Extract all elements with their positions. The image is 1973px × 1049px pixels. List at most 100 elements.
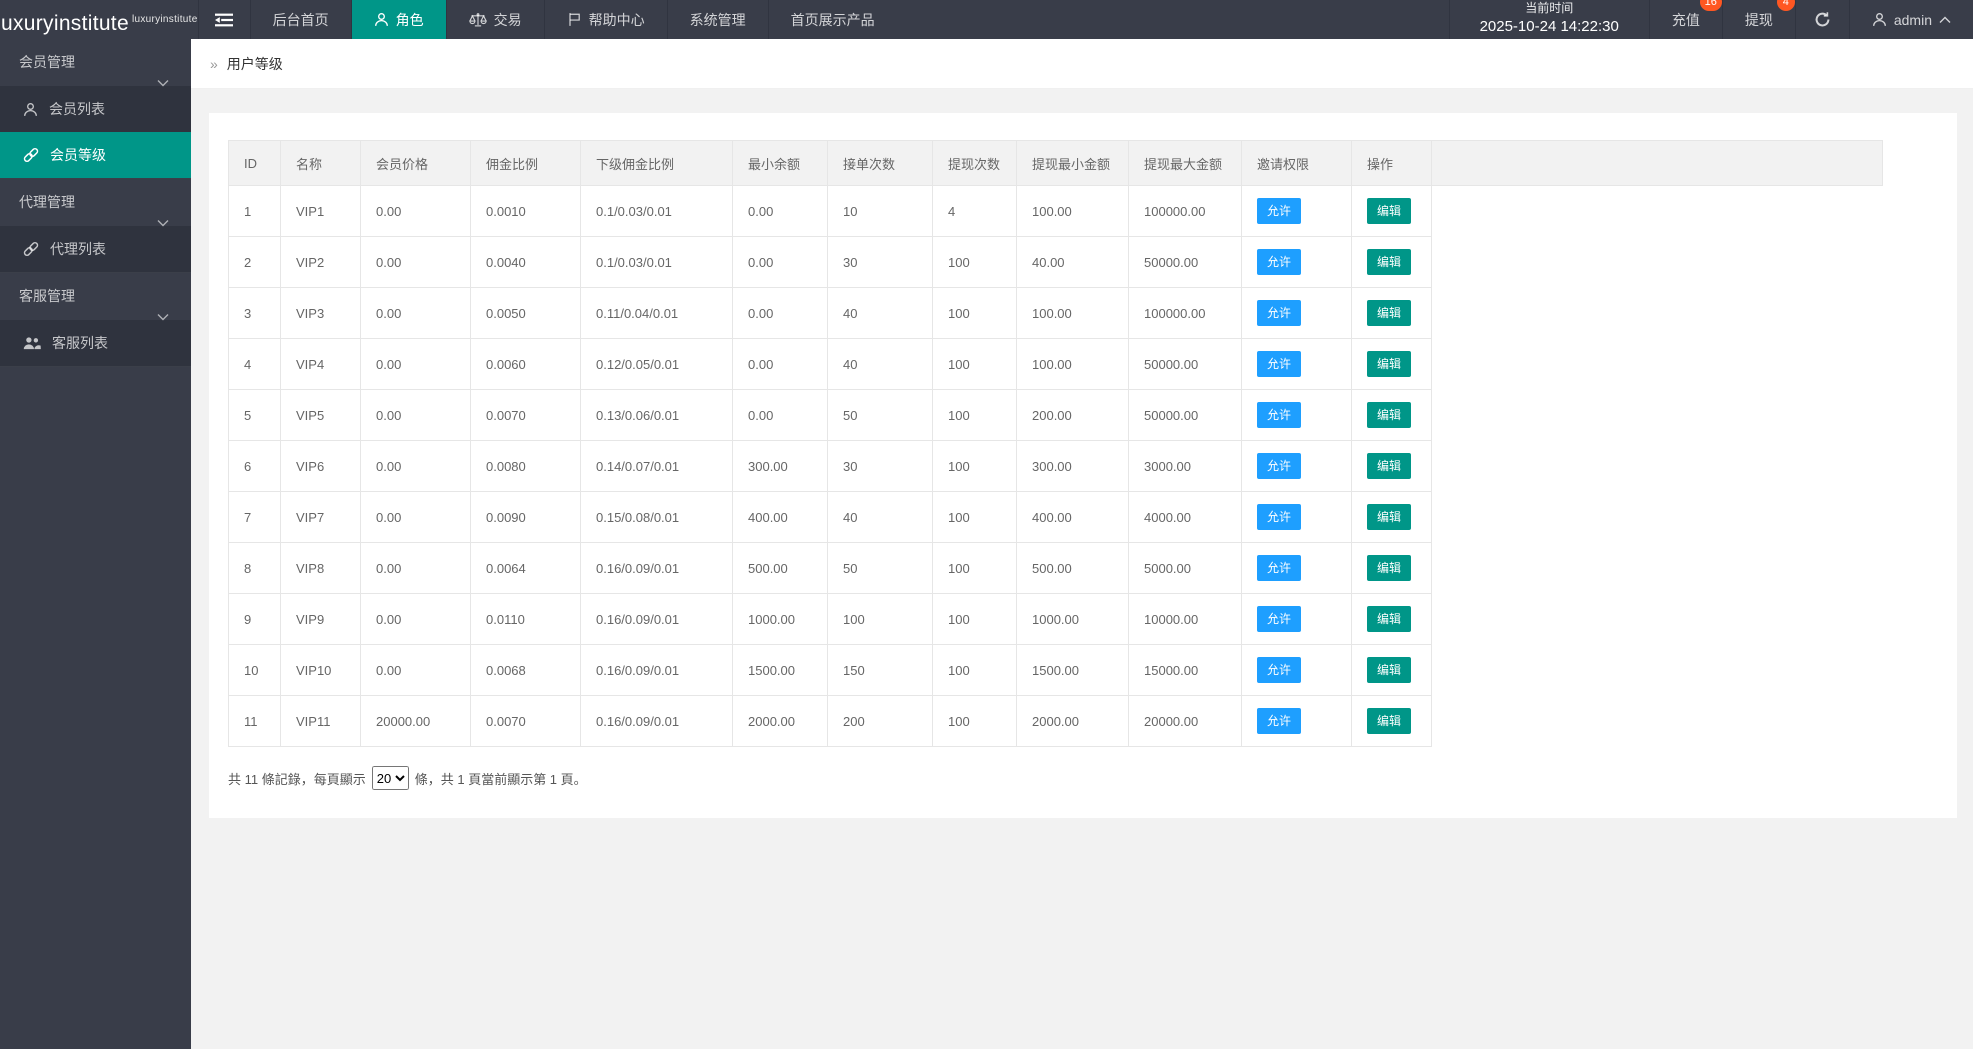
topnav-item-label: 帮助中心 <box>588 11 645 28</box>
cell-name: VIP8 <box>280 542 361 594</box>
sidebar-group-agent-management[interactable]: 代理管理 <box>0 179 191 227</box>
refresh-button[interactable] <box>1794 0 1849 39</box>
edit-button[interactable]: 编辑 <box>1367 300 1412 326</box>
column-header-filler <box>1431 140 1883 186</box>
edit-button[interactable]: 编辑 <box>1367 351 1412 377</box>
cell-sub-commission-ratio: 0.15/0.08/0.01 <box>580 491 733 543</box>
page-size-select[interactable]: 20 <box>371 766 409 790</box>
column-header-id: ID <box>228 140 281 186</box>
topnav-item-products[interactable]: 首页展示产品 <box>767 0 897 39</box>
cell-order-count: 40 <box>827 287 933 339</box>
cell-invite-permission: 允许 <box>1241 338 1352 390</box>
topnav-item-label: 交易 <box>493 11 522 28</box>
scales-icon <box>468 12 487 28</box>
cell-withdraw-count: 100 <box>932 695 1017 747</box>
edit-button[interactable]: 编辑 <box>1367 504 1412 530</box>
user-menu[interactable]: admin <box>1848 0 1973 39</box>
cell-withdraw-max: 100000.00 <box>1128 185 1242 237</box>
allow-button[interactable]: 允许 <box>1257 708 1302 734</box>
cell-sub-commission-ratio: 0.16/0.09/0.01 <box>580 644 733 696</box>
cell-sub-commission-ratio: 0.16/0.09/0.01 <box>580 593 733 645</box>
page-title: 用户等级 <box>226 55 283 72</box>
column-header-min-balance: 最小余额 <box>732 140 828 186</box>
allow-button[interactable]: 允许 <box>1257 453 1302 479</box>
edit-button[interactable]: 编辑 <box>1367 555 1412 581</box>
cell-id: 11 <box>228 695 281 747</box>
menu-shrink-icon <box>215 13 234 27</box>
cell-min-balance: 1500.00 <box>732 644 828 696</box>
topnav-item-system[interactable]: 系统管理 <box>666 0 768 39</box>
cell-actions: 编辑 <box>1351 440 1432 492</box>
breadcrumb: » 用户等级 <box>191 39 1973 89</box>
allow-button[interactable]: 允许 <box>1257 555 1302 581</box>
sidebar-collapse-button[interactable] <box>197 0 250 39</box>
allow-button[interactable]: 允许 <box>1257 504 1302 530</box>
withdraw-badge: 4 <box>1776 0 1795 11</box>
allow-button[interactable]: 允许 <box>1257 657 1302 683</box>
cell-order-count: 30 <box>827 236 933 288</box>
cell-withdraw-min: 40.00 <box>1016 236 1129 288</box>
allow-button[interactable]: 允许 <box>1257 402 1302 428</box>
user-icon <box>1872 12 1887 27</box>
sidebar-group-member-management[interactable]: 会员管理 <box>0 39 191 87</box>
cell-withdraw-min: 500.00 <box>1016 542 1129 594</box>
topnav-item-help[interactable]: 帮助中心 <box>543 0 667 39</box>
topnav-item-dashboard[interactable]: 后台首页 <box>249 0 351 39</box>
withdraw-button[interactable]: 提现 4 <box>1721 0 1795 39</box>
allow-button[interactable]: 允许 <box>1257 606 1302 632</box>
sidebar-group-label: 代理管理 <box>19 194 75 210</box>
topnav-item-trade[interactable]: 交易 <box>445 0 544 39</box>
user-level-table: ID 名称 会员价格 佣金比例 下级佣金比例 最小余额 接单次数 提现次数 提现最小金额 提现最大… <box>228 140 1883 747</box>
edit-button[interactable]: 编辑 <box>1367 606 1412 632</box>
topnav-item-roles[interactable]: 角色 <box>350 0 446 39</box>
cell-id: 4 <box>228 338 281 390</box>
cell-order-count: 10 <box>827 185 933 237</box>
cell-sub-commission-ratio: 0.13/0.06/0.01 <box>580 389 733 441</box>
column-header-invite-permission: 邀请权限 <box>1241 140 1352 186</box>
edit-button[interactable]: 编辑 <box>1367 708 1412 734</box>
allow-button[interactable]: 允许 <box>1257 198 1302 224</box>
user-icon <box>23 102 38 117</box>
cell-invite-permission: 允许 <box>1241 185 1352 237</box>
edit-button[interactable]: 编辑 <box>1367 198 1412 224</box>
sidebar-item-label: 会员列表 <box>49 101 105 117</box>
recharge-button[interactable]: 充值 16 <box>1648 0 1722 39</box>
cell-withdraw-max: 5000.00 <box>1128 542 1242 594</box>
allow-button[interactable]: 允许 <box>1257 300 1302 326</box>
edit-button[interactable]: 编辑 <box>1367 402 1412 428</box>
cell-id: 9 <box>228 593 281 645</box>
table-row: 4 VIP4 0.00 0.0060 0.12/0.05/0.01 0.00 40 100 10… <box>228 338 1883 390</box>
edit-button[interactable]: 编辑 <box>1367 249 1412 275</box>
column-header-name: 名称 <box>280 140 361 186</box>
cell-invite-permission: 允许 <box>1241 236 1352 288</box>
cell-name: VIP3 <box>280 287 361 339</box>
cell-order-count: 200 <box>827 695 933 747</box>
cell-min-balance: 0.00 <box>732 287 828 339</box>
table-row: 6 VIP6 0.00 0.0080 0.14/0.07/0.01 300.00 30 100… <box>228 440 1883 492</box>
content: ID 名称 会员价格 佣金比例 下级佣金比例 最小余额 接单次数 提现次数 提现最小金额 提现最大… <box>191 89 1973 818</box>
pagination: 共 11 條記錄，每頁顯示 20 條，共 1 頁當前顯示第 1 頁。 <box>228 766 1957 790</box>
cell-min-balance: 2000.00 <box>732 695 828 747</box>
cell-actions: 编辑 <box>1351 236 1432 288</box>
cell-filler <box>1432 696 1883 747</box>
cell-filler <box>1432 186 1883 237</box>
topnav-item-label: 角色 <box>395 11 424 28</box>
link-icon <box>23 241 39 257</box>
cell-name: VIP5 <box>280 389 361 441</box>
flag-icon <box>567 12 582 27</box>
pagination-suffix: 條，共 1 頁當前顯示第 1 頁。 <box>414 771 587 787</box>
cell-actions: 编辑 <box>1351 338 1432 390</box>
edit-button[interactable]: 编辑 <box>1367 453 1412 479</box>
table-row: 10 VIP10 0.00 0.0068 0.16/0.09/0.01 1500.00 15… <box>228 644 1883 696</box>
top-navbar: uxuryinstitute luxuryinstitute 后台首页 角色 交易 帮助… <box>0 0 1973 39</box>
sidebar-group-service-management[interactable]: 客服管理 <box>0 273 191 321</box>
edit-button[interactable]: 编辑 <box>1367 657 1412 683</box>
allow-button[interactable]: 允许 <box>1257 351 1302 377</box>
allow-button[interactable]: 允许 <box>1257 249 1302 275</box>
sidebar-item-member-level[interactable]: 会员等级 <box>0 132 191 178</box>
cell-withdraw-count: 100 <box>932 236 1017 288</box>
cell-name: VIP7 <box>280 491 361 543</box>
cell-withdraw-count: 100 <box>932 389 1017 441</box>
cell-member-price: 0.00 <box>360 644 471 696</box>
column-header-withdraw-max: 提现最大金额 <box>1128 140 1242 186</box>
